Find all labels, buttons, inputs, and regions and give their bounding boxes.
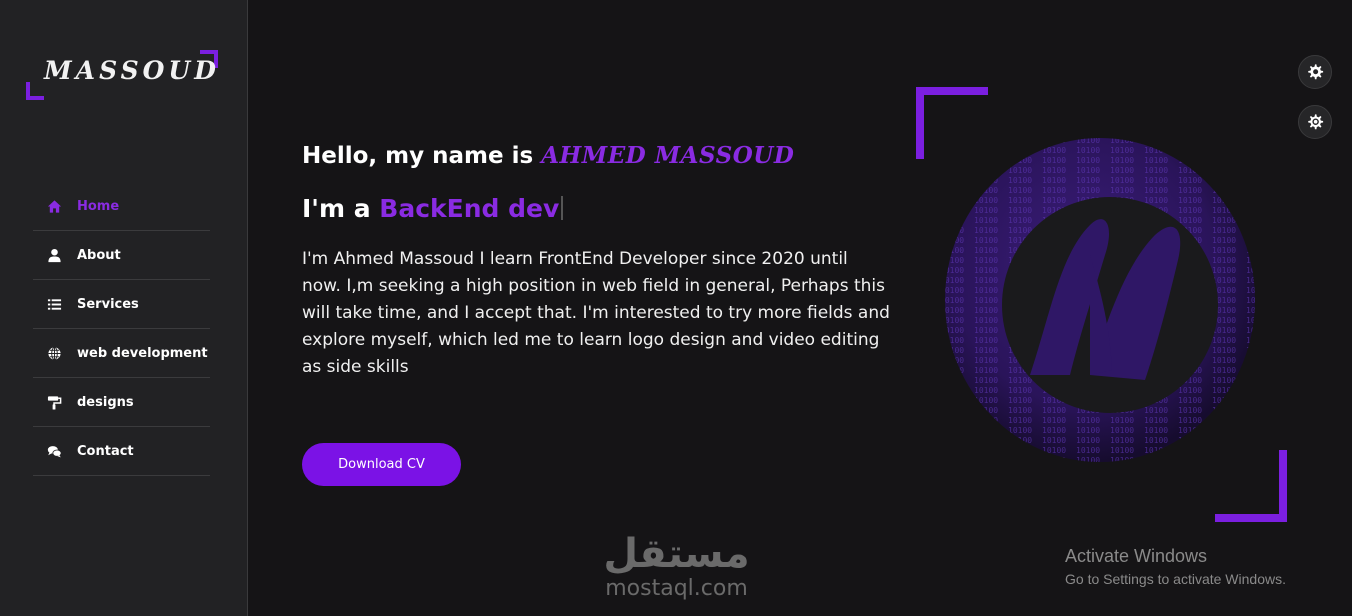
activate-subtitle: Go to Settings to activate Windows. [1065, 571, 1286, 587]
paint-roller-icon [45, 393, 63, 411]
nav-item-label: designs [77, 394, 134, 410]
nav-item-label: Contact [77, 443, 134, 459]
nav-item-label: About [77, 247, 121, 263]
activate-windows-notice: Activate Windows Go to Settings to activ… [1065, 546, 1286, 587]
greeting-text: Hello, my name is [302, 143, 542, 169]
logo[interactable]: MASSOUD [26, 50, 218, 100]
role-prefix: I'm a [302, 194, 380, 223]
nav-item-label: web development [77, 345, 208, 361]
activate-title: Activate Windows [1065, 546, 1208, 566]
role-title: BackEnd dev [379, 194, 560, 223]
chat-icon [45, 442, 63, 460]
gear-icon [1308, 114, 1324, 130]
nav-item-about[interactable]: About [33, 231, 210, 280]
binary-globe-logo-icon: 10100 [945, 138, 1255, 462]
nav-item-services[interactable]: Services [33, 280, 210, 329]
settings-button[interactable] [1298, 55, 1332, 89]
user-icon [45, 246, 63, 264]
hero-bio: I'm Ahmed Massoud I learn FrontEnd Devel… [302, 249, 890, 377]
watermark-latin: mostaql.com [605, 576, 748, 601]
watermark-arabic: مستقل [603, 531, 750, 577]
mostaql-watermark: مستقل mostaql.com [594, 530, 759, 605]
globe-icon [45, 344, 63, 362]
gear-icon [1308, 64, 1324, 80]
hero-role: I'm a BackEnd dev [302, 194, 564, 223]
home-icon [45, 197, 63, 215]
theme-settings-button[interactable] [1298, 105, 1332, 139]
sidebar: MASSOUD Home About Services web developm… [0, 0, 248, 616]
download-cv-button[interactable]: Download CV [302, 443, 461, 486]
list-icon [45, 295, 63, 313]
logo-text: MASSOUD [44, 56, 220, 85]
nav-item-home[interactable]: Home [33, 182, 210, 231]
nav-item-label: Services [77, 296, 139, 312]
logo-corner-bottom-left [26, 82, 44, 100]
main-nav: Home About Services web development desi… [33, 182, 210, 476]
typing-cursor [561, 196, 564, 220]
nav-item-contact[interactable]: Contact [33, 427, 210, 476]
hero-greeting: Hello, my name is AHMED MASSOUD [302, 142, 794, 169]
hero-name: AHMED MASSOUD [541, 142, 795, 169]
nav-item-label: Home [77, 198, 120, 214]
nav-item-web-development[interactable]: web development [33, 329, 210, 378]
nav-item-designs[interactable]: designs [33, 378, 210, 427]
